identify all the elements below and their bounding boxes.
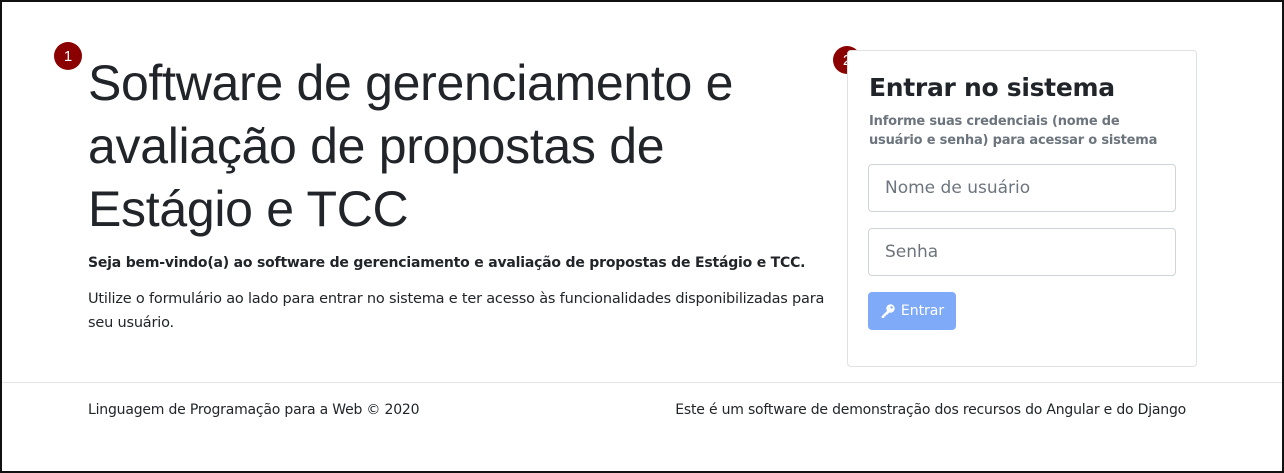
password-input[interactable] [868,228,1176,276]
footer-copyright: Linguagem de Programação para a Web © 20… [88,402,420,418]
annotation-badge-1: 1 [54,42,82,70]
login-title: Entrar no sistema [869,73,1115,102]
page-title: Software de gerenciamento e avaliação de… [88,55,734,237]
key-icon [880,303,896,319]
login-card: Entrar no sistema Informe suas credencia… [847,50,1197,367]
instructions-text: Utilize o formulário ao lado para entrar… [88,291,825,331]
login-subtitle: Informe suas credenciais (nome de usuári… [869,114,1158,148]
login-button[interactable]: Entrar [868,292,956,330]
username-input[interactable] [868,164,1176,212]
hero-section: Software de gerenciamento e avaliação de… [88,52,828,335]
footer-note: Este é um software de demonstração dos r… [675,402,1186,418]
login-button-label: Entrar [900,303,945,319]
footer-divider [2,382,1282,383]
welcome-lead: Seja bem-vindo(a) ao software de gerenci… [88,255,806,271]
